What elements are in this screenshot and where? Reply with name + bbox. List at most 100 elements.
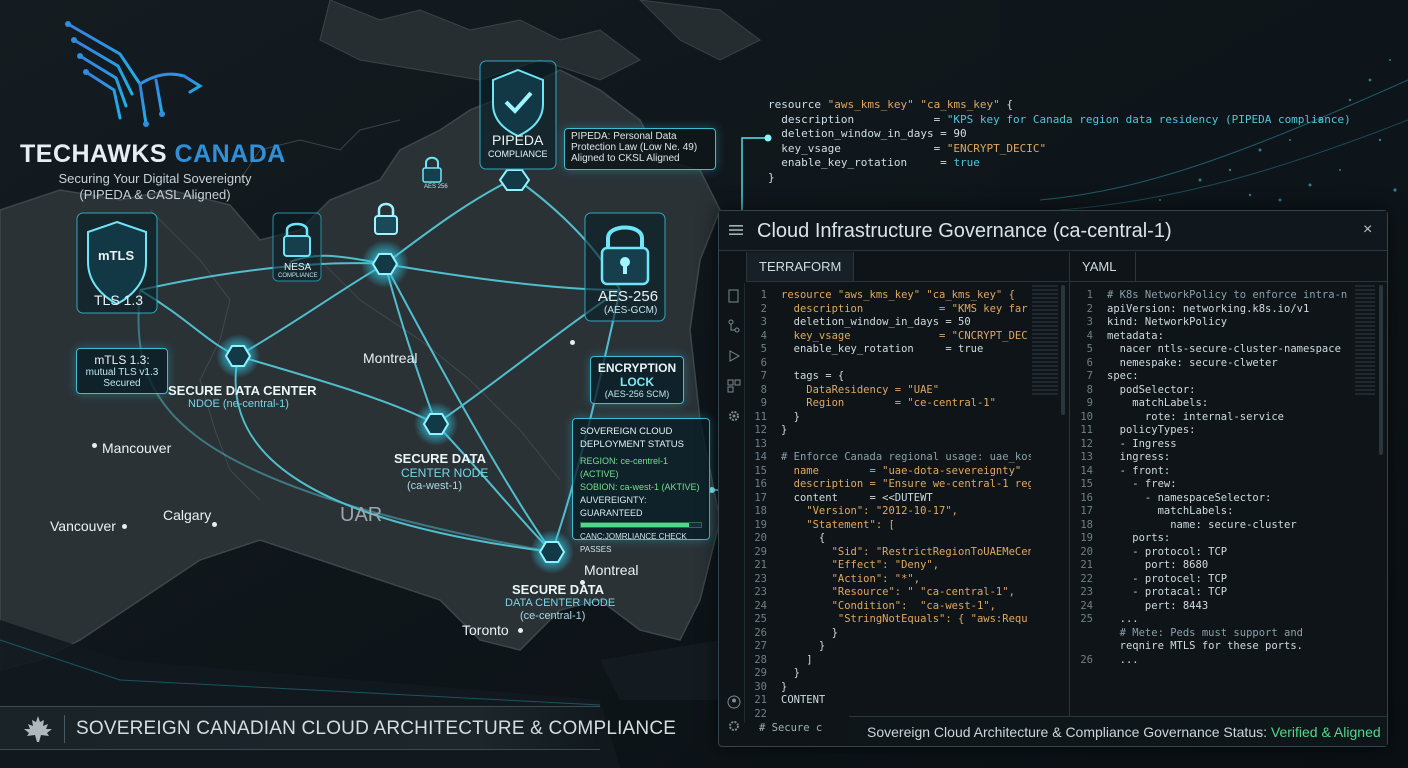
code-line: } [768, 170, 775, 184]
region-uar: UAR [340, 504, 383, 526]
bottom-code-text: # Secure c [759, 722, 823, 734]
code-line: 5 enable_key_rotation = true [745, 343, 1031, 357]
tab-yaml[interactable]: YAML [1070, 252, 1136, 281]
line-number: 15 [754, 464, 767, 477]
brand-name: TECHAWKS CANADA [20, 140, 286, 169]
yaml-editor[interactable]: 1 # K8s NetworkPolicy to enforce intra-n 2… [1071, 289, 1359, 715]
terraform-editor[interactable]: 1 resource "aws_kms_key" "ca_kms_key" {2 … [745, 289, 1031, 719]
code-line: 4 key_vsage = "CNCRYPT_DEC [745, 330, 1031, 344]
code-line: 1 # K8s NetworkPolicy to enforce intra-n [1071, 289, 1359, 303]
mtls-shield-title: mTLS [98, 248, 135, 263]
line-number: 30 [754, 680, 767, 693]
node-secure-data-center-title: SECURE DATA CENTER [168, 383, 317, 398]
close-icon[interactable]: × [1363, 221, 1372, 239]
code-line: 24 pert: 8443 [1071, 600, 1359, 614]
line-number: 8 [1086, 383, 1093, 396]
city-mancouver: Mancouver [102, 440, 172, 456]
line-number: 23 [754, 586, 767, 598]
hub-lock-icon [374, 202, 398, 235]
line-number: 29 [754, 667, 767, 679]
yaml-minimap[interactable] [1355, 285, 1375, 395]
account-icon[interactable] [727, 695, 741, 709]
extensions-icon[interactable] [727, 379, 741, 393]
banner-divider [64, 715, 65, 743]
code-text: - protacal: TCP [1107, 586, 1228, 598]
line-number: 2 [1086, 302, 1093, 315]
encryption-title-line1: ENCRYPTION [597, 361, 677, 375]
node-central-sub1: DATA CENTER NODE [505, 597, 616, 609]
files-icon[interactable] [727, 289, 741, 303]
line-number: 14 [754, 451, 767, 463]
code-line: 6 [745, 357, 1031, 371]
yaml-scrollbar[interactable] [1379, 285, 1383, 455]
status-panel-header-line2: DEPLOYMENT STATUS [580, 439, 684, 450]
line-number: 18 [1080, 518, 1093, 531]
code-text: apiVersion: networking.k8s.io/v1 [1107, 302, 1310, 315]
code-line: 10 rote: internal-service [1071, 411, 1359, 425]
code-token: "ca_kms_key" [920, 98, 1000, 111]
code-token: enable_key_rotation = [768, 156, 954, 169]
code-line: reqnire MTLS for these ports. [1071, 640, 1359, 654]
pipeda-subtitle: COMPLIANCE [488, 149, 548, 159]
terraform-scrollbar[interactable] [1061, 285, 1065, 415]
code-text: port: 8680 [1107, 559, 1209, 571]
code-text: { [781, 532, 826, 544]
pipeda-note-line3: Aligned to CKSL Aligned [571, 153, 680, 164]
node-center-west-title2: CENTER NODE [401, 466, 489, 480]
node-center-west-sub: (ca-west-1) [407, 480, 463, 492]
bottom-code-line: # Secure c [759, 722, 822, 736]
code-line: 7 tags = { [745, 370, 1031, 384]
code-text: "Action": "*", [781, 572, 921, 585]
code-text: } [781, 410, 800, 423]
status-progress-fill [581, 523, 689, 527]
tab-terraform[interactable]: TERRAFORM [746, 252, 854, 281]
line-number: 29 [754, 545, 767, 558]
line-number: 1 [760, 289, 767, 301]
code-line: 12} [745, 424, 1031, 438]
manage-gear-icon[interactable] [727, 719, 741, 733]
code-line: 8 DataResidency = "UAE" [745, 384, 1031, 398]
settings-gear-icon[interactable] [727, 409, 741, 423]
line-number: 4 [760, 329, 767, 342]
encryption-title-line2: LOCK [620, 375, 654, 389]
code-text: # Mete: Peds must support and [1107, 626, 1303, 639]
window-title: Cloud Infrastructure Governance (ca-cent… [757, 220, 1172, 242]
small-lock-label: AES 256 [424, 184, 448, 190]
menu-icon[interactable] [729, 223, 743, 237]
run-icon[interactable] [727, 349, 741, 363]
line-number: 21 [754, 559, 767, 571]
code-text: - namespaceSelector: [1107, 491, 1272, 504]
code-line: 16 - namespaceSelector: [1071, 492, 1359, 506]
code-text: key_vsage = "CNCRYPT_DEC [781, 329, 1028, 342]
terraform-minimap[interactable] [1032, 285, 1058, 395]
nesa-compliance-label: COMPLIANCE [278, 273, 318, 279]
git-icon[interactable] [727, 319, 741, 333]
line-number: 6 [1086, 356, 1093, 369]
line-number: 20 [1080, 545, 1093, 558]
code-line: 11 policyTypes: [1071, 424, 1359, 438]
code-line: 17 matchLabels: [1071, 505, 1359, 519]
hawk-logo-icon [65, 21, 203, 127]
code-line: 2 apiVersion: networking.k8s.io/v1 [1071, 303, 1359, 317]
line-number: 22 [754, 707, 767, 720]
city-toronto: Toronto [462, 622, 509, 638]
code-text: DataResidency = "UAE" [781, 383, 940, 396]
line-number: 12 [754, 424, 767, 436]
pipeda-title: PIPEDA [492, 132, 544, 148]
line-number: 27 [754, 640, 767, 652]
encryption-subtitle: (AES-256 SCM) [604, 389, 670, 399]
code-line: 3 deletion_window_in_days = 50 [745, 316, 1031, 330]
code-text: metadata: [1107, 329, 1164, 342]
code-text: } [781, 680, 788, 693]
code-line: 20 - protocol: TCP [1071, 546, 1359, 560]
code-text: matchLabels: [1107, 505, 1234, 517]
code-text: "StringNotEquals": { "aws:Requ [781, 613, 1028, 625]
code-line: 27 } [745, 640, 1031, 654]
line-number: 12 [1080, 437, 1093, 450]
line-number: 21 [754, 694, 767, 706]
code-text: name = "uae-dota-severeignty" [781, 464, 1022, 477]
mtls-shield-subtitle: TLS 1.3 [94, 292, 144, 308]
status-progress-bar [580, 522, 702, 528]
code-line: deletion_window_in_days = 90 [768, 127, 967, 140]
line-number: 26 [1080, 653, 1093, 666]
